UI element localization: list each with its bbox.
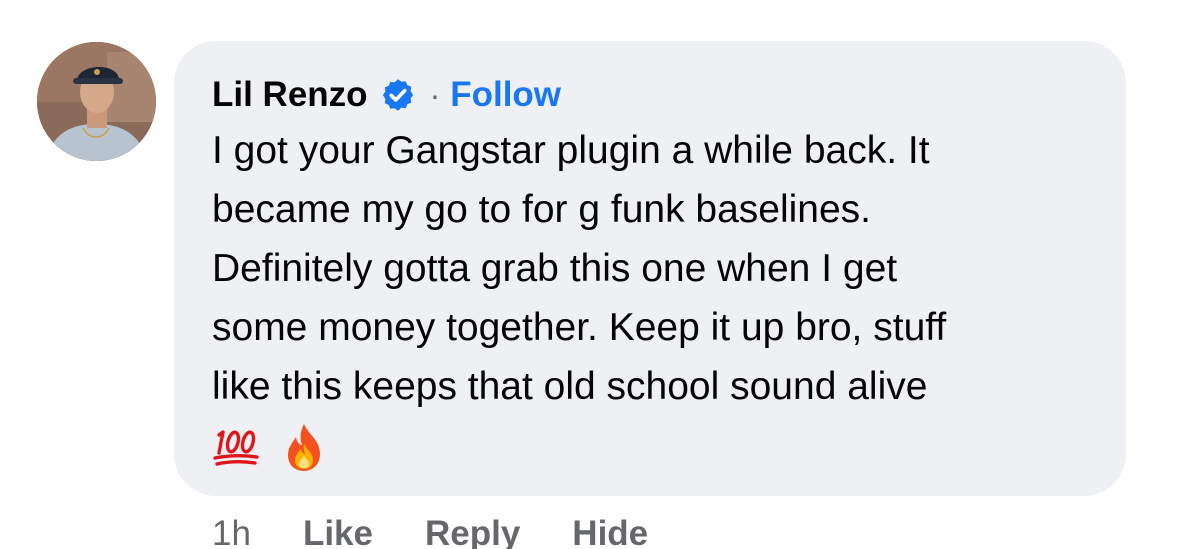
emoji-row xyxy=(212,422,1090,472)
comment-header: Lil Renzo · Follow xyxy=(212,71,1090,119)
fire-emoji xyxy=(282,422,326,472)
author-name[interactable]: Lil Renzo xyxy=(212,75,368,115)
comment-text: I got your Gangstar plugin a while back.… xyxy=(212,121,1090,416)
verified-badge-icon xyxy=(380,77,416,113)
follow-button[interactable]: Follow xyxy=(450,75,561,115)
avatar[interactable] xyxy=(37,42,156,161)
comment-bubble: Lil Renzo · Follow I got your Gangstar p… xyxy=(174,41,1126,496)
comment-timestamp[interactable]: 1h xyxy=(212,514,251,549)
hide-button[interactable]: Hide xyxy=(572,514,648,549)
comment: Lil Renzo · Follow I got your Gangstar p… xyxy=(0,0,1179,549)
like-button[interactable]: Like xyxy=(303,514,373,549)
hundred-points-emoji xyxy=(212,425,260,469)
separator-dot: · xyxy=(429,76,441,113)
avatar-image xyxy=(37,42,156,161)
comment-text-line: Definitely gotta grab this one when I ge… xyxy=(212,247,898,290)
comment-text-line: some money together. Keep it up bro, stu… xyxy=(212,306,947,349)
comment-actions: 1h Like Reply Hide xyxy=(212,514,700,549)
comment-text-line: became my go to for g funk baselines. xyxy=(212,188,872,231)
reply-button[interactable]: Reply xyxy=(425,514,520,549)
comment-text-line: like this keeps that old school sound al… xyxy=(212,365,928,408)
comment-text-line: I got your Gangstar plugin a while back.… xyxy=(212,129,930,172)
